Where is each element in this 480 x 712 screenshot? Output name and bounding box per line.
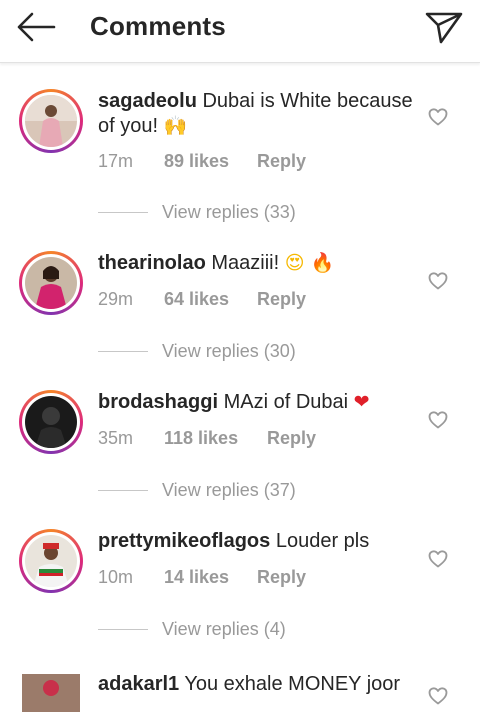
avatar: [25, 535, 77, 587]
comment-text: adakarl1 You exhale MONEY joor: [98, 672, 418, 697]
story-ring[interactable]: [19, 251, 83, 315]
comment-username[interactable]: thearinolao: [98, 252, 206, 274]
comment-item: prettymikeoflagos Louder pls 10m 14 like…: [0, 529, 480, 668]
comment-item: adakarl1 You exhale MONEY joor: [0, 668, 480, 712]
comment-item: sagadeolu Dubai is White because of you!…: [0, 89, 480, 228]
divider-line: [98, 212, 148, 213]
comment-likes[interactable]: 64 likes: [164, 289, 229, 310]
heart-eyes-fire-emoji: 😍 🔥: [284, 252, 335, 274]
comment-time: 29m: [98, 289, 134, 309]
comment-item: brodashaggi MAzi of Dubai ❤ 35m 118 like…: [0, 390, 480, 529]
divider-line: [98, 490, 148, 491]
view-replies-button[interactable]: View replies (4): [98, 619, 358, 641]
comment-likes[interactable]: 14 likes: [164, 567, 229, 588]
story-ring[interactable]: [19, 390, 83, 454]
comment-username[interactable]: prettymikeoflagos: [98, 530, 270, 552]
story-ring[interactable]: [19, 89, 83, 153]
comment-text: sagadeolu Dubai is White because of you!…: [98, 89, 418, 139]
like-button[interactable]: [425, 684, 451, 708]
story-ring[interactable]: [19, 529, 83, 593]
view-replies-label: View replies (37): [162, 480, 296, 500]
view-replies-label: View replies (33): [162, 202, 296, 222]
like-button[interactable]: [425, 269, 451, 293]
comment-body: MAzi of Dubai: [223, 391, 349, 413]
back-button[interactable]: [14, 10, 58, 44]
paper-plane-icon: [425, 12, 463, 44]
heart-outline-icon: [428, 687, 448, 705]
reply-button[interactable]: Reply: [257, 151, 306, 172]
like-button[interactable]: [425, 105, 451, 129]
comment-username[interactable]: adakarl1: [98, 673, 179, 695]
comment-likes[interactable]: 89 likes: [164, 151, 229, 172]
comments-header: Comments: [0, 0, 480, 63]
view-replies-label: View replies (4): [162, 619, 286, 639]
comment-text: brodashaggi MAzi of Dubai ❤: [98, 390, 418, 415]
divider-line: [98, 629, 148, 630]
comment-body: Maaziii!: [211, 252, 280, 274]
avatar: [25, 95, 77, 147]
divider-line: [98, 351, 148, 352]
reply-button[interactable]: Reply: [257, 289, 306, 310]
comment-time: 10m: [98, 567, 134, 587]
like-button[interactable]: [425, 408, 451, 432]
avatar[interactable]: [22, 674, 80, 712]
heart-outline-icon: [428, 550, 448, 568]
comment-text: prettymikeoflagos Louder pls: [98, 529, 418, 554]
comment-username[interactable]: sagadeolu: [98, 90, 197, 112]
comment-time: 35m: [98, 428, 134, 448]
direct-message-button[interactable]: [422, 8, 466, 46]
page-title: Comments: [90, 11, 226, 41]
comment-item: thearinolao Maaziii! 😍 🔥 29m 64 likes Re…: [0, 251, 480, 390]
comment-likes[interactable]: 118 likes: [164, 428, 238, 449]
comment-username[interactable]: brodashaggi: [98, 391, 218, 413]
reply-button[interactable]: Reply: [267, 428, 316, 449]
view-replies-label: View replies (30): [162, 341, 296, 361]
reply-button[interactable]: Reply: [257, 567, 306, 588]
comment-body: You exhale MONEY joor: [184, 673, 401, 695]
view-replies-button[interactable]: View replies (37): [98, 480, 358, 502]
comment-text: thearinolao Maaziii! 😍 🔥: [98, 251, 418, 276]
avatar: [25, 396, 77, 448]
raising-hands-emoji: 🙌: [163, 115, 188, 137]
heart-outline-icon: [428, 411, 448, 429]
red-heart-emoji: ❤: [353, 391, 370, 413]
heart-outline-icon: [428, 108, 448, 126]
like-button[interactable]: [425, 547, 451, 571]
heart-outline-icon: [428, 272, 448, 290]
view-replies-button[interactable]: View replies (30): [98, 341, 358, 363]
comment-body: Louder pls: [275, 530, 370, 552]
arrow-left-icon: [17, 12, 56, 42]
view-replies-button[interactable]: View replies (33): [98, 202, 358, 224]
avatar: [25, 257, 77, 309]
comment-time: 17m: [98, 151, 134, 171]
